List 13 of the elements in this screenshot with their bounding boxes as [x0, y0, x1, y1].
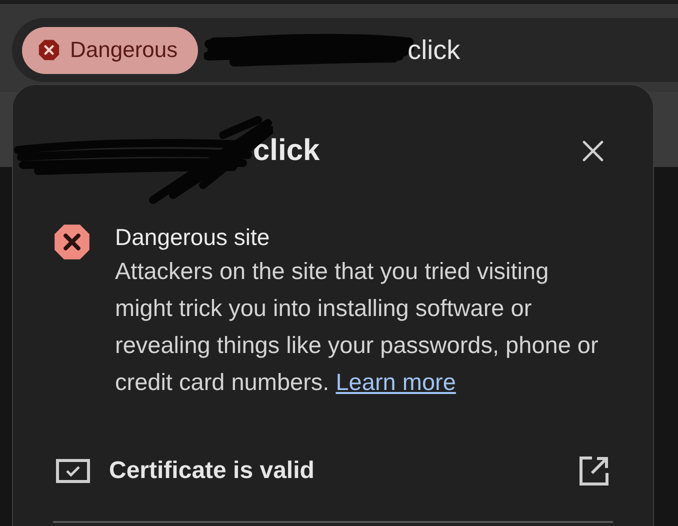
- close-icon[interactable]: [581, 139, 605, 163]
- learn-more-link[interactable]: Learn more: [336, 369, 456, 395]
- security-chip[interactable]: Dangerous: [22, 26, 198, 74]
- octagon-x-icon: [38, 39, 60, 61]
- address-bar[interactable]: Dangerous click: [12, 18, 678, 82]
- warning-title: Dangerous site: [115, 223, 271, 252]
- external-link-icon[interactable]: [579, 456, 609, 486]
- site-title: click: [253, 134, 320, 168]
- url-text: click: [408, 34, 460, 66]
- certificate-row[interactable]: Certificate is valid: [13, 451, 653, 491]
- certificate-check-icon: [56, 459, 90, 483]
- certificate-label: Certificate is valid: [109, 457, 314, 485]
- warning-text: Attackers on the site that you tried visiting might trick you into installing software or revealing things like your passwords, phone or credit card numbers. Learn more: [115, 257, 600, 397]
